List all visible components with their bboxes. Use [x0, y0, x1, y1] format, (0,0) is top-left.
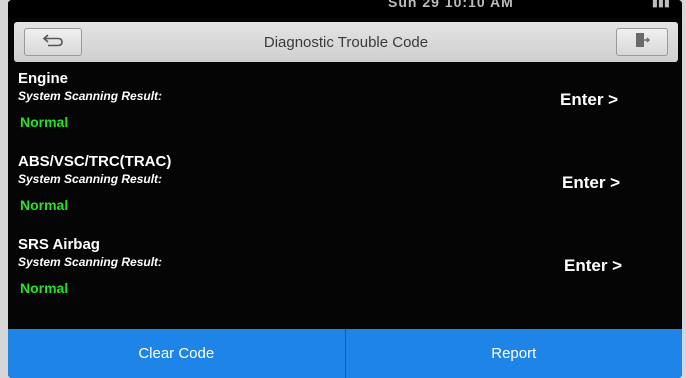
- system-row-engine[interactable]: Engine System Scanning Result: Normal En…: [8, 70, 682, 150]
- system-name: ABS/VSC/TRC(TRAC): [18, 153, 172, 170]
- back-button[interactable]: [24, 28, 82, 56]
- exit-icon: [634, 32, 650, 53]
- system-name: Engine: [18, 70, 69, 87]
- status-bar: Sun 29 10:10 AM ▮▮▮: [8, 0, 682, 18]
- header-bar: Diagnostic Trouble Code: [14, 22, 678, 62]
- scan-result-label: System Scanning Result:: [18, 89, 163, 103]
- report-button[interactable]: Report: [345, 329, 682, 378]
- device-screen: Sun 29 10:10 AM ▮▮▮ Diagnostic Trouble C…: [8, 0, 682, 378]
- enter-button-engine[interactable]: Enter >: [560, 90, 618, 110]
- back-arrow-icon: [42, 32, 64, 53]
- enter-button-srs[interactable]: Enter >: [564, 256, 622, 276]
- footer-bar: Clear Code Report: [8, 329, 682, 378]
- scan-result-status: Normal: [20, 197, 69, 213]
- page-title: Diagnostic Trouble Code: [263, 33, 429, 51]
- scan-result-label: System Scanning Result:: [18, 172, 163, 186]
- scan-result-status: Normal: [20, 280, 69, 296]
- system-row-abs[interactable]: ABS/VSC/TRC(TRAC) System Scanning Result…: [8, 153, 682, 233]
- scan-result-status: Normal: [20, 114, 69, 130]
- clear-code-button[interactable]: Clear Code: [8, 329, 346, 378]
- exit-button[interactable]: [616, 28, 668, 56]
- scan-result-label: System Scanning Result:: [18, 255, 163, 269]
- system-row-srs[interactable]: SRS Airbag System Scanning Result: Norma…: [8, 236, 682, 316]
- battery-icon: ▮▮▮: [651, 0, 670, 9]
- status-bar-text: Sun 29 10:10 AM: [388, 0, 514, 10]
- system-name: SRS Airbag: [18, 236, 100, 253]
- enter-button-abs[interactable]: Enter >: [562, 173, 620, 193]
